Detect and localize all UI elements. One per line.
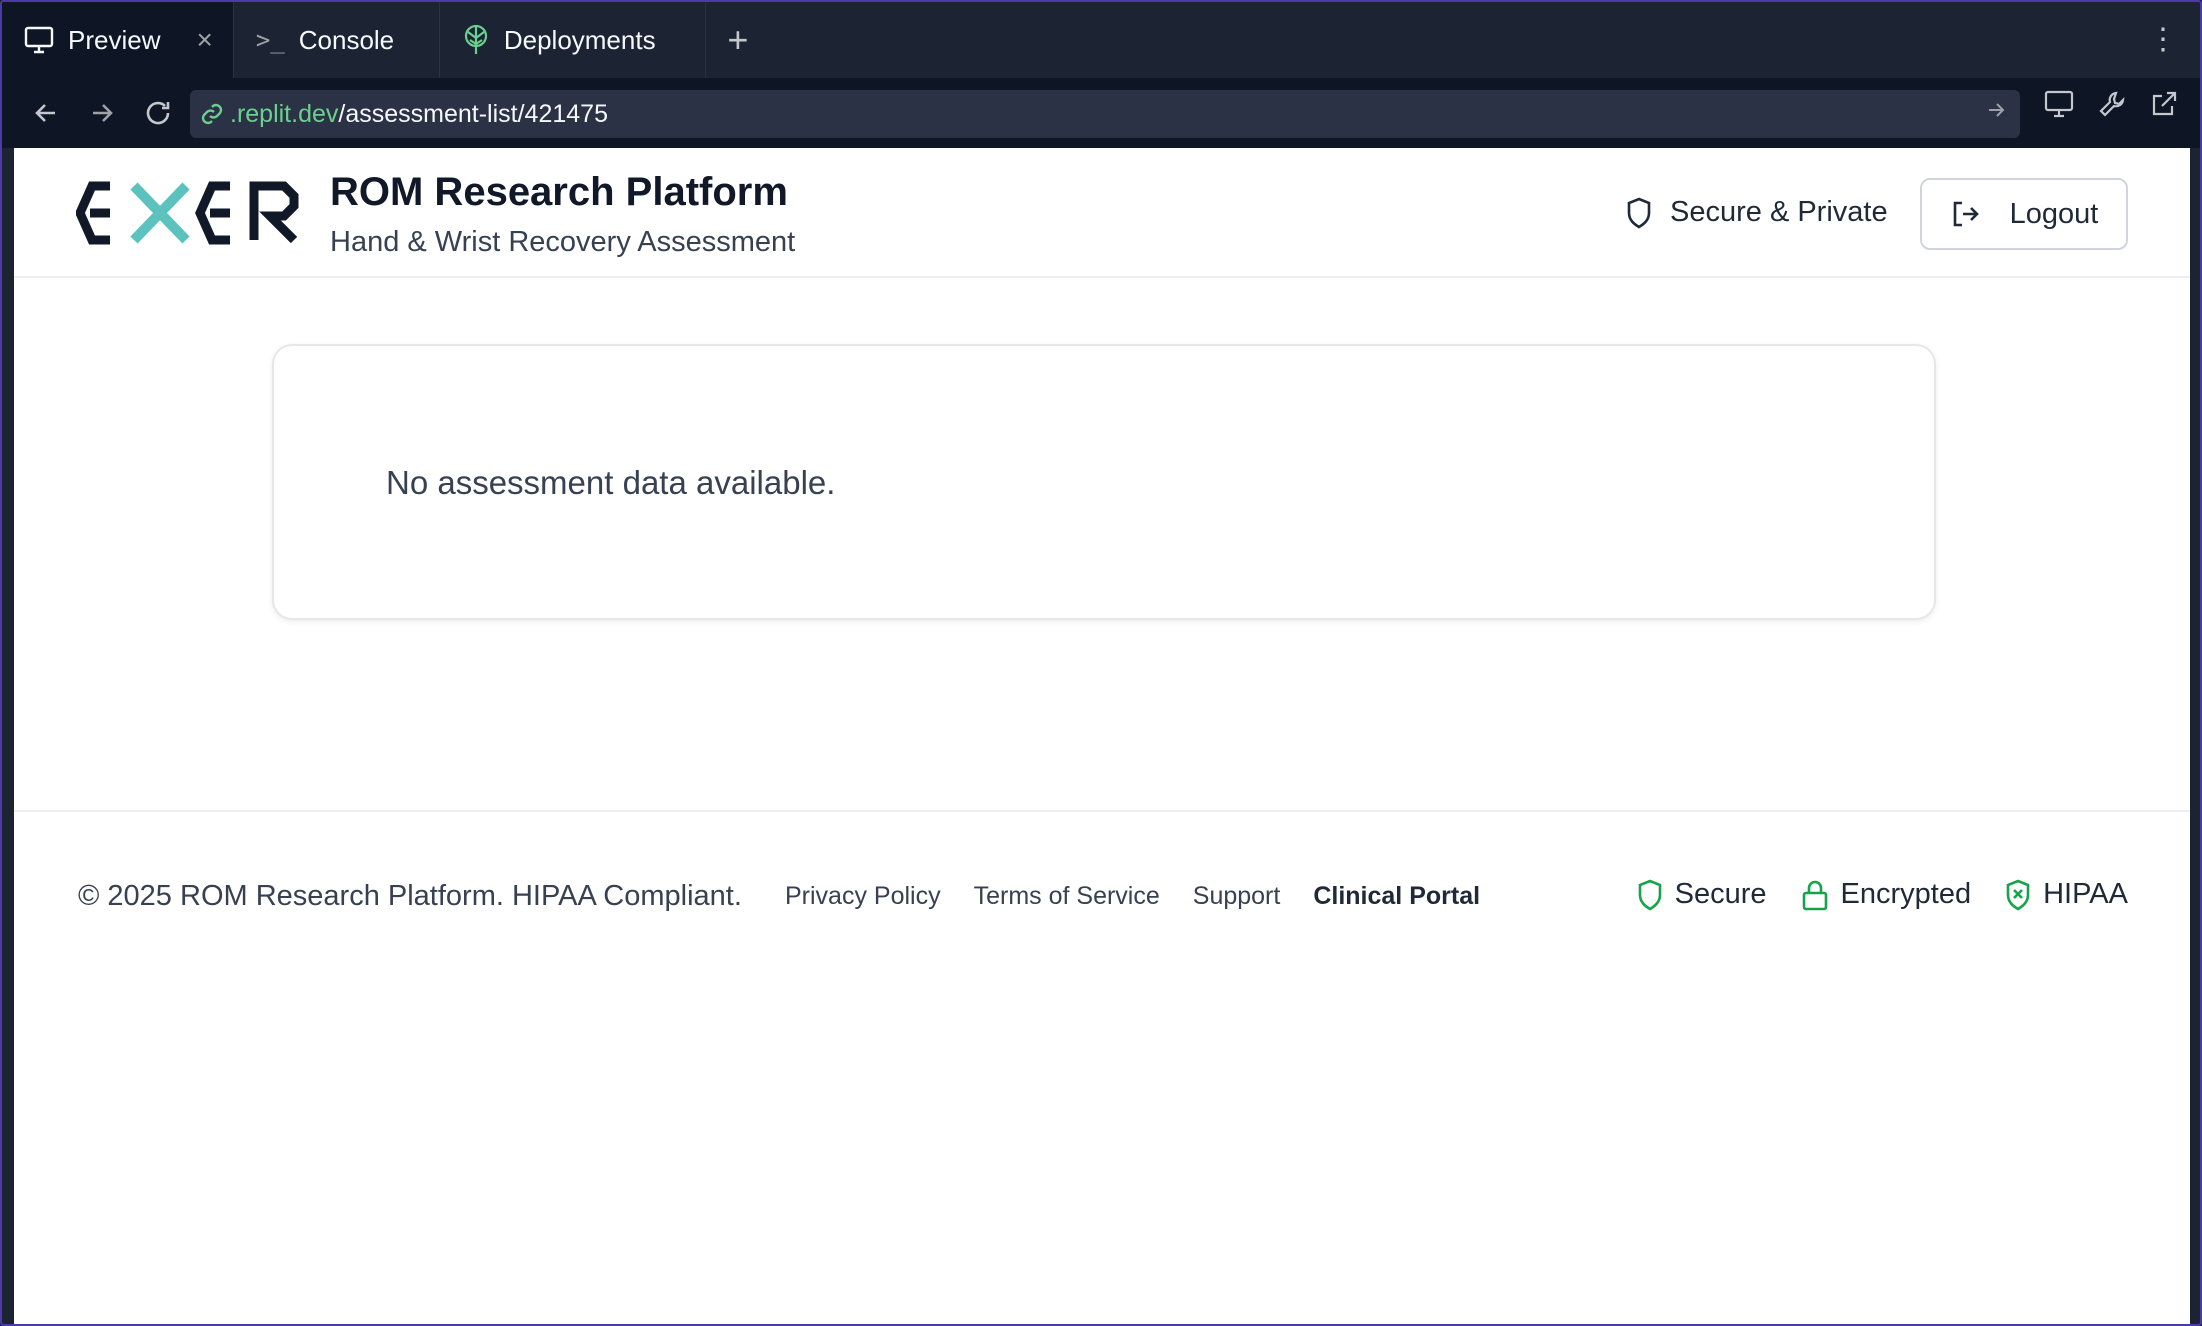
badge-label: HIPAA xyxy=(2043,878,2128,910)
tab-console[interactable]: >_ Console xyxy=(234,2,440,78)
new-tab-button[interactable]: + xyxy=(706,2,770,78)
badge-hipaa: HIPAA xyxy=(2005,878,2128,911)
address-bar: .replit.dev /assessment-list/421475 xyxy=(2,78,2200,148)
tab-deployments[interactable]: Deployments xyxy=(440,2,706,78)
link-icon xyxy=(200,102,224,126)
terms-of-service-link[interactable]: Terms of Service xyxy=(974,882,1160,911)
monitor-icon xyxy=(24,26,54,54)
tab-label: Preview xyxy=(68,24,161,55)
external-link-icon[interactable] xyxy=(2150,90,2178,118)
more-options-icon[interactable]: ⋮ xyxy=(2148,24,2178,56)
badge-label: Secure xyxy=(1674,878,1767,910)
footer-links: Privacy Policy Terms of Service Support … xyxy=(785,882,1480,911)
page-subtitle: Hand & Wrist Recovery Assessment xyxy=(330,226,796,258)
secure-label: Secure & Private xyxy=(1670,196,1888,228)
badge-encrypted: Encrypted xyxy=(1801,878,1972,911)
devices-icon[interactable] xyxy=(2044,90,2074,118)
copyright-text: © 2025 ROM Research Platform. HIPAA Comp… xyxy=(78,880,742,912)
deploy-icon xyxy=(462,24,490,56)
compliance-badges: Secure Encrypted HIPAA xyxy=(1637,878,2128,911)
logout-button[interactable]: Logout xyxy=(1920,178,2128,250)
badge-label: Encrypted xyxy=(1840,878,1972,910)
site-footer: © 2025 ROM Research Platform. HIPAA Comp… xyxy=(14,810,2190,940)
tab-label: Deployments xyxy=(503,24,656,55)
close-icon[interactable]: × xyxy=(196,24,212,56)
terminal-icon: >_ xyxy=(255,26,285,54)
exer-logo xyxy=(76,180,306,246)
go-arrow-icon[interactable] xyxy=(1986,100,2006,120)
assessment-card: No assessment data available. xyxy=(272,344,1936,620)
secure-indicator: Secure & Private xyxy=(1626,196,1888,229)
shield-x-icon xyxy=(2005,879,2031,911)
tab-bar: Preview × >_ Console Deployments + ⋮ xyxy=(2,2,2200,78)
browser-frame: Preview × >_ Console Deployments + ⋮ .re… xyxy=(0,0,2202,1326)
reload-icon[interactable] xyxy=(130,85,186,141)
logout-icon xyxy=(1950,199,1980,229)
logout-label: Logout xyxy=(2009,197,2099,230)
privacy-policy-link[interactable]: Privacy Policy xyxy=(785,882,941,911)
wrench-icon[interactable] xyxy=(2098,90,2126,118)
back-arrow-icon[interactable] xyxy=(18,85,74,141)
url-field[interactable]: .replit.dev /assessment-list/421475 xyxy=(190,90,2020,138)
url-path: /assessment-list/421475 xyxy=(338,99,608,128)
site-header: ROM Research Platform Hand & Wrist Recov… xyxy=(14,148,2190,278)
page-title: ROM Research Platform xyxy=(330,170,788,214)
url-domain: .replit.dev xyxy=(230,99,339,128)
web-page: ROM Research Platform Hand & Wrist Recov… xyxy=(14,148,2190,1324)
tab-preview[interactable]: Preview × xyxy=(2,2,234,78)
support-link[interactable]: Support xyxy=(1193,882,1281,911)
tab-label: Console xyxy=(298,24,395,55)
empty-state-message: No assessment data available. xyxy=(386,464,836,501)
badge-secure: Secure xyxy=(1637,878,1767,911)
shield-icon xyxy=(1626,197,1652,229)
lock-icon xyxy=(1801,879,1829,911)
forward-arrow-icon[interactable] xyxy=(74,85,130,141)
clinical-portal-link[interactable]: Clinical Portal xyxy=(1313,882,1480,911)
shield-icon xyxy=(1637,879,1663,911)
toolbar-icons xyxy=(2044,90,2178,118)
